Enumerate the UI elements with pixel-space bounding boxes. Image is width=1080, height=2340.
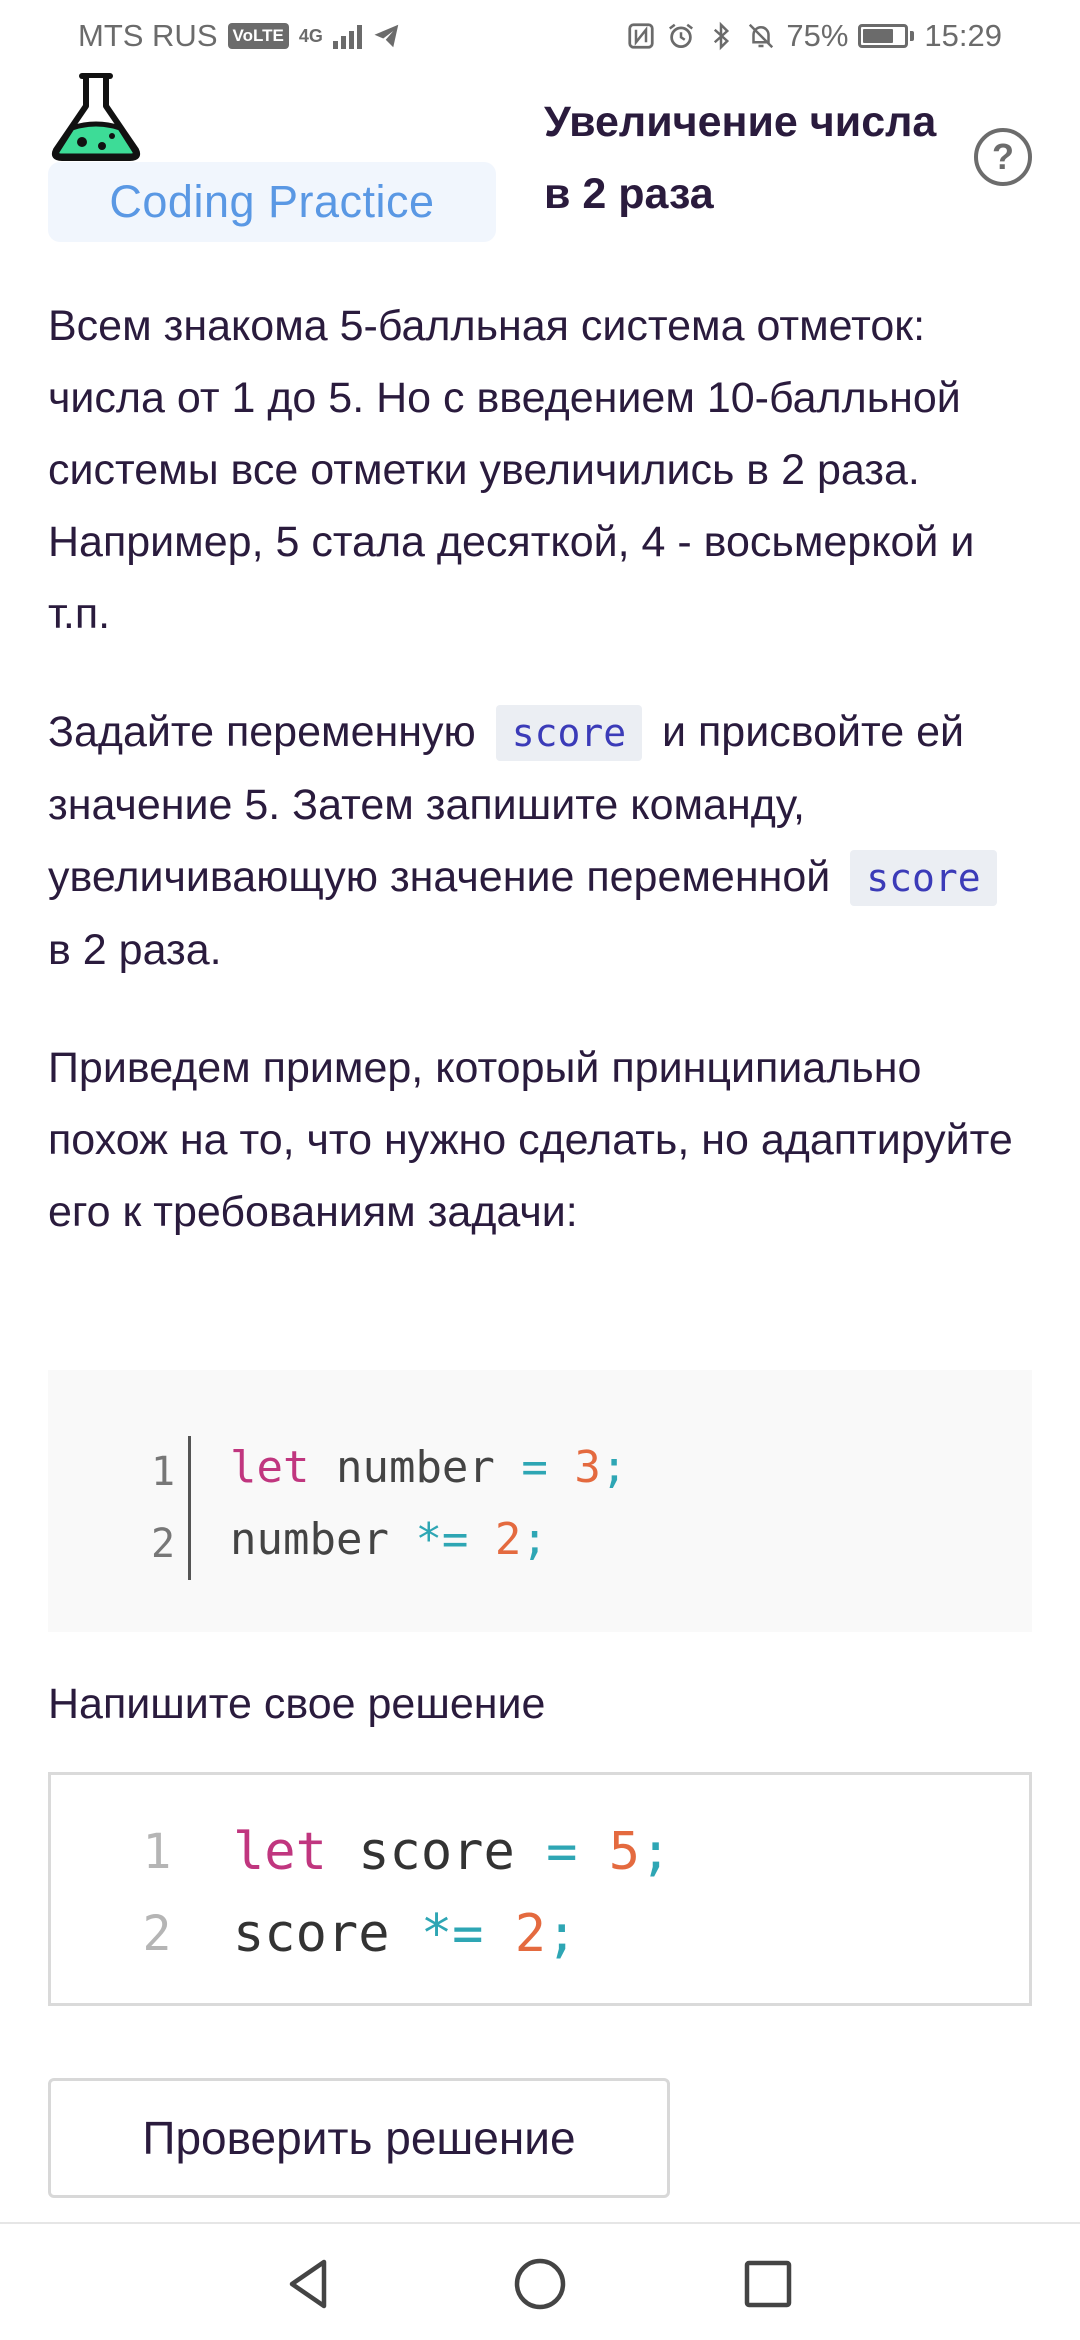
editor-line-numbers: 1 2	[127, 1811, 187, 1975]
paragraph-intro: Всем знакома 5-балльная система отметок:…	[48, 302, 975, 638]
flask-logo-icon	[51, 73, 141, 161]
check-solution-button[interactable]: Проверить решение	[48, 2078, 670, 2198]
code-line: number *= 2;	[230, 1514, 548, 1565]
code-line: let number = 3;	[230, 1442, 628, 1493]
example-code-block: 1 2 let number = 3; number *= 2;	[48, 1370, 1032, 1632]
mute-bell-icon	[749, 23, 774, 49]
carrier-name: MTS RUS	[78, 18, 218, 53]
signal-icon	[332, 23, 362, 49]
solution-editor[interactable]: 1 2 let score = 5; score *= 2;	[48, 1772, 1032, 2006]
status-bar: MTS RUS VoLTE 4G 75% 15:29	[0, 0, 1080, 72]
recents-square-icon[interactable]	[736, 2252, 800, 2316]
line-number: 1	[142, 1824, 172, 1880]
system-nav-bar	[0, 2222, 1080, 2340]
gutter-divider	[188, 1436, 191, 1580]
editor-code[interactable]: let score = 5; score *= 2;	[233, 1811, 671, 1975]
volte-badge: VoLTE	[227, 23, 289, 49]
task-description: Всем знакома 5-балльная система отметок:…	[48, 290, 1032, 1294]
inline-code-score: score	[850, 850, 997, 906]
nfc-icon	[628, 23, 654, 49]
alarm-icon	[669, 23, 694, 48]
paragraph-task: Задайте переменную score и присвойте ей …	[48, 696, 1032, 986]
lesson-header: Coding Practice Увеличение числа в 2 раз…	[0, 72, 1080, 262]
task-text-3: в 2 раза.	[48, 926, 222, 974]
status-left: MTS RUS VoLTE 4G	[78, 18, 402, 54]
back-triangle-icon[interactable]	[278, 2252, 342, 2316]
home-circle-icon[interactable]	[508, 2252, 572, 2316]
lesson-title: Увеличение числа в 2 раза	[544, 98, 937, 218]
solution-label: Напишите свое решение	[48, 1680, 546, 1728]
category-tag: Coding Practice	[48, 162, 496, 242]
status-right: 75% 15:29	[626, 18, 1002, 54]
bluetooth-icon	[714, 21, 730, 51]
paragraph-example-intro: Приведем пример, который принципиально п…	[48, 1044, 1013, 1236]
task-text-1: Задайте переменную	[48, 708, 476, 756]
clock: 15:29	[924, 18, 1002, 53]
line-number: 2	[142, 1906, 172, 1962]
code-line[interactable]: let score = 5;	[233, 1811, 671, 1893]
help-button[interactable]: ?	[974, 128, 1032, 186]
code-line[interactable]: score *= 2;	[233, 1893, 671, 1975]
network-type: 4G	[298, 25, 323, 46]
telegram-icon	[374, 24, 399, 48]
inline-code-score: score	[495, 705, 643, 761]
example-code: let number = 3; number *= 2;	[230, 1432, 627, 1576]
battery-icon	[858, 24, 915, 48]
battery-percent: 75%	[786, 18, 849, 53]
